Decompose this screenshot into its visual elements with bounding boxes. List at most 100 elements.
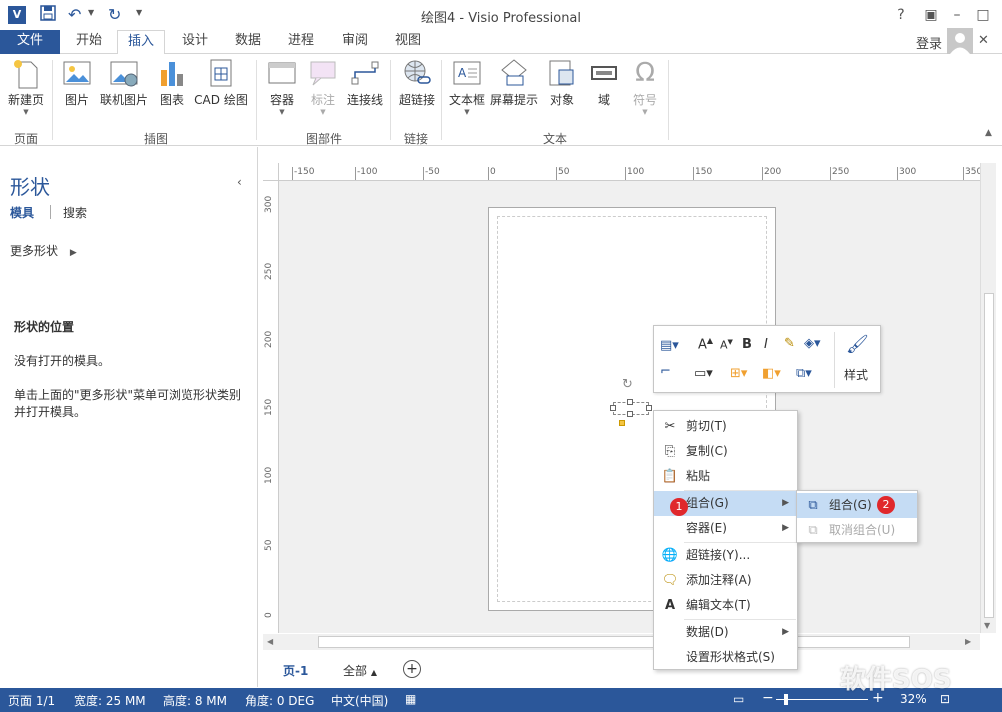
connection-point[interactable]: [619, 420, 625, 426]
tab-stencil[interactable]: 模具: [10, 204, 34, 221]
submenu-item-ungroup[interactable]: ⧉ 取消组合(U): [797, 518, 917, 543]
menu-item-paste[interactable]: 📋 粘贴: [654, 464, 797, 489]
textbox-button[interactable]: A 文本框 ▼: [448, 58, 486, 116]
ruler-tick-label: 150: [695, 167, 713, 177]
status-page[interactable]: 页面 1/1: [8, 692, 55, 709]
chart-button[interactable]: 图表: [156, 58, 188, 108]
user-avatar[interactable]: [947, 28, 973, 54]
fill-icon[interactable]: ◈▾: [804, 336, 821, 351]
restore-button[interactable]: □: [970, 4, 996, 26]
rotation-handle-icon[interactable]: ↻: [622, 377, 633, 392]
tab-design[interactable]: 设计: [172, 30, 218, 54]
tab-data[interactable]: 数据: [225, 30, 271, 54]
bold-icon[interactable]: B: [742, 337, 752, 352]
chevron-down-icon: ▼: [642, 108, 648, 116]
selection-handle[interactable]: [627, 399, 633, 405]
new-page-icon: [11, 58, 41, 89]
submenu-item-group[interactable]: ⧉ 组合(G): [797, 493, 917, 518]
group-separator: [52, 60, 53, 140]
presentation-mode-icon[interactable]: ▭: [733, 692, 744, 706]
text-block-icon[interactable]: ▤▾: [660, 338, 679, 353]
more-shapes-menu[interactable]: 更多形状 ▶: [10, 242, 77, 259]
selection-handle[interactable]: [610, 405, 616, 411]
vertical-scrollbar[interactable]: ▼: [980, 163, 996, 633]
group-tool-icon[interactable]: ⧉▾: [796, 366, 812, 381]
vertical-ruler: 300 250 200 150 100 50 0: [263, 181, 279, 633]
minimize-button[interactable]: –: [944, 4, 970, 26]
new-page-button[interactable]: 新建页 ▼: [6, 58, 46, 116]
close-button[interactable]: ✕: [978, 33, 989, 48]
ruler-corner: [263, 163, 279, 181]
menu-item-copy[interactable]: ⎘ 复制(C): [654, 439, 797, 464]
chevron-right-icon: ▶: [782, 498, 789, 508]
menu-item-hyperlink[interactable]: 🌐 超链接(Y)...: [654, 543, 797, 568]
group-submenu: ⧉ 组合(G) ⧉ 取消组合(U): [796, 490, 918, 543]
cad-drawing-button[interactable]: CAD 绘图: [194, 58, 248, 108]
help-button[interactable]: ?: [888, 4, 914, 26]
collapse-ribbon-icon[interactable]: ▲: [985, 128, 992, 138]
ruler-tick-mark: [625, 167, 626, 180]
tab-search[interactable]: 搜索: [63, 204, 87, 221]
menu-item-cut[interactable]: ✂ 剪切(T): [654, 414, 797, 439]
ungroup-icon: ⧉: [808, 523, 818, 538]
zoom-slider[interactable]: [776, 699, 868, 700]
tab-file[interactable]: 文件: [0, 30, 60, 54]
hyperlink-button[interactable]: 超链接: [396, 58, 438, 108]
increase-font-icon[interactable]: A▲: [698, 336, 713, 352]
align-icon[interactable]: ▭▾: [694, 366, 713, 381]
chevron-down-icon: ▼: [320, 108, 326, 116]
tab-view[interactable]: 视图: [385, 30, 431, 54]
menu-item-data[interactable]: 数据(D) ▶: [654, 620, 797, 645]
field-button[interactable]: 域: [588, 58, 620, 108]
macro-record-icon[interactable]: ▦: [405, 692, 416, 706]
page-tab-1[interactable]: 页-1: [283, 662, 308, 679]
ribbon-display-options-button[interactable]: ▣: [918, 4, 944, 26]
hyperlink-icon: 🌐: [661, 548, 679, 563]
tab-review[interactable]: 审阅: [332, 30, 378, 54]
screentip-button[interactable]: 屏幕提示: [488, 58, 540, 108]
login-link[interactable]: 登录: [916, 33, 942, 52]
menu-item-edit-text[interactable]: A 编辑文本(T): [654, 593, 797, 618]
menu-item-container[interactable]: 容器(E) ▶: [654, 516, 797, 541]
tab-process[interactable]: 进程: [278, 30, 324, 54]
menu-item-add-comment[interactable]: 🗨 添加注释(A): [654, 568, 797, 593]
container-button[interactable]: 容器 ▼: [264, 58, 300, 116]
tab-home[interactable]: 开始: [66, 30, 112, 54]
ruler-tick-label: 0: [490, 167, 496, 177]
collapse-pane-icon[interactable]: ‹: [237, 175, 242, 189]
italic-icon[interactable]: I: [764, 337, 768, 352]
add-page-icon[interactable]: +: [403, 660, 421, 678]
object-button[interactable]: 对象: [544, 58, 580, 108]
status-language[interactable]: 中文(中国): [331, 692, 388, 709]
online-picture-button[interactable]: 联机图片: [98, 58, 150, 108]
online-picture-icon: [109, 58, 139, 88]
ruler-tick-mark: [488, 167, 489, 180]
scroll-thumb[interactable]: [318, 636, 910, 648]
decrease-font-icon[interactable]: A▼: [720, 338, 733, 352]
scroll-left-arrow-icon[interactable]: ◀: [267, 637, 273, 646]
selection-handle[interactable]: [646, 405, 652, 411]
selection-handle[interactable]: [627, 411, 633, 417]
style-icon[interactable]: 🖌: [846, 334, 869, 355]
zoom-slider-thumb[interactable]: [784, 694, 788, 705]
all-pages-menu[interactable]: 全部 ▲: [343, 662, 377, 679]
callout-button[interactable]: 标注 ▼: [306, 58, 340, 116]
position-icon[interactable]: ⊞▾: [730, 366, 747, 381]
ruler-tick-mark: [963, 167, 964, 180]
scroll-thumb[interactable]: [984, 293, 994, 618]
format-painter-icon[interactable]: ✎: [784, 336, 795, 351]
scroll-down-arrow-icon[interactable]: ▼: [984, 621, 990, 630]
chart-icon: [157, 58, 187, 88]
connector-tool-icon[interactable]: ⌐: [660, 364, 671, 379]
tab-insert[interactable]: 插入: [117, 30, 166, 55]
menu-item-format-shape[interactable]: 设置形状格式(S): [654, 645, 797, 670]
container-icon: [267, 58, 297, 88]
picture-button[interactable]: 图片: [60, 58, 94, 108]
horizontal-scrollbar[interactable]: ◀ ▶: [263, 634, 980, 650]
zoom-out-icon[interactable]: −: [762, 690, 774, 706]
symbol-button[interactable]: Ω 符号 ▼: [628, 58, 662, 116]
scroll-right-arrow-icon[interactable]: ▶: [965, 637, 971, 646]
bring-forward-icon[interactable]: ◧▾: [762, 366, 781, 381]
style-button[interactable]: 样式: [844, 366, 868, 383]
connector-button[interactable]: 连接线: [344, 58, 386, 108]
